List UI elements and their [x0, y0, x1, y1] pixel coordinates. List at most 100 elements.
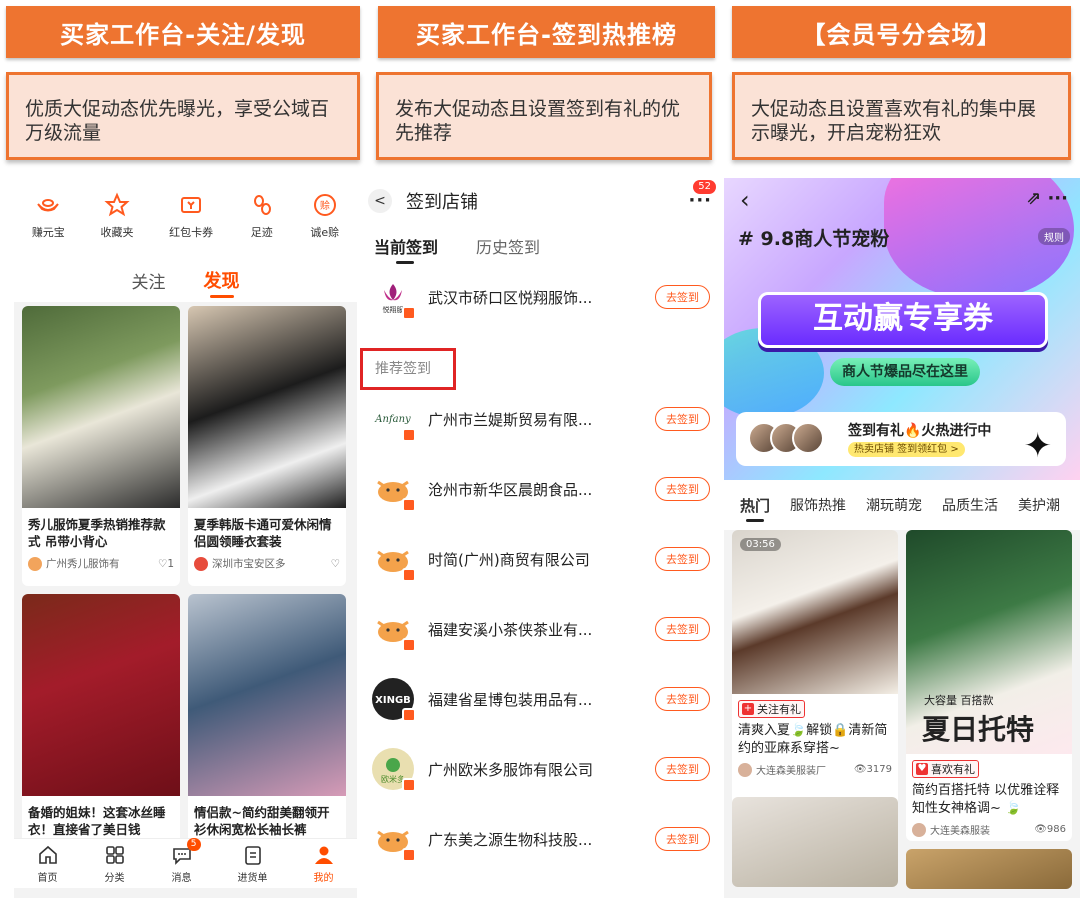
tab-follow[interactable]: 关注 [132, 268, 166, 293]
like-count: 1 [167, 557, 174, 570]
shop-name: 时简(广州)商贸有限公司 [428, 550, 590, 569]
quick-coupons[interactable]: 红包卡券 [169, 192, 213, 258]
signin-button[interactable]: 去签到 [655, 827, 710, 851]
tab-toys-pets[interactable]: 潮玩萌宠 [866, 495, 922, 515]
bottom-nav: 首页 分类 5 消息 进货单 我的 [14, 837, 357, 888]
nav-label: 我的 [313, 872, 334, 884]
coupon-icon [181, 197, 202, 213]
tab-current-signin[interactable]: 当前签到 [374, 234, 438, 264]
image-caption-small: 大容量 百搭款 [924, 694, 994, 707]
feed-card[interactable]: 情侣款~简约甜美翻领开衫休闲宽松长袖长裤 [188, 594, 346, 874]
shop-name: 福建省星博包装用品有... [428, 690, 593, 709]
venue-card[interactable]: 03:56 + 关注有礼 清爽入夏🍃解锁🔒清新简约的亚麻系穿搭~ 大连森美服装厂 👁… [732, 530, 898, 841]
feed-card[interactable]: 夏季韩版卡通可爱休闲情侣圆领睡衣套装 深圳市宝安区多 ♡ [188, 306, 346, 586]
eye-icon: 👁 [1034, 824, 1047, 835]
shop-name: 福建安溪小茶侠茶业有... [428, 620, 593, 639]
tab-quality-life[interactable]: 品质生活 [942, 495, 998, 515]
view-count: 3179 [866, 764, 892, 775]
nav-message[interactable]: 5 消息 [171, 837, 201, 884]
shop-avatar [28, 556, 42, 571]
shop-row[interactable]: 广东美之源生物科技股... 去签到 [360, 804, 720, 874]
shop-row[interactable]: XINGB 福建省星博包装用品有... 去签到 [360, 664, 720, 734]
shop-name: 广州市兰媞斯贸易有限... [428, 410, 593, 429]
shop-tag-icon [402, 708, 416, 722]
heart-icon[interactable]: ♡ [158, 558, 167, 570]
signin-button[interactable]: 去签到 [655, 477, 710, 501]
shop-row[interactable]: 时简(广州)商贸有限公司 去签到 [360, 524, 720, 594]
share-more-icon[interactable]: ⇗ ··· [1026, 188, 1068, 209]
back-icon[interactable]: < [368, 189, 392, 213]
section-desc-2: 发布大促动态且设置签到有礼的优先推荐 [376, 72, 712, 160]
banner-hashtag-title: # 9.8商人节宠粉 [738, 228, 890, 250]
shop-logo: Anfany [372, 398, 416, 442]
venue-card[interactable]: 大容量 百搭款 夏日托特 ♥ 喜欢有礼 简约百搭托特 以优雅诠释知性女神格调~ 🍃… [906, 530, 1072, 841]
signin-button[interactable]: 去签到 [655, 547, 710, 571]
shop-name: 广州欧米多服饰有限公司 [428, 760, 594, 779]
tab-discover[interactable]: 发现 [204, 267, 240, 298]
tab-fashion[interactable]: 服饰热推 [790, 495, 846, 515]
shop-logo: 欧米多 [372, 748, 416, 792]
product-image: 03:56 [732, 530, 898, 694]
shop-tag-icon [402, 568, 416, 582]
svg-text:悦翔服: 悦翔服 [383, 305, 404, 314]
star-icon [104, 192, 130, 217]
venue-card[interactable] [732, 797, 898, 887]
feed-tabs: 关注 发现 [14, 258, 357, 302]
promo-link[interactable]: 热卖店铺 签到领红包 > [848, 442, 965, 457]
message-badge: 5 [186, 837, 201, 851]
feed-card[interactable]: 秀儿服饰夏季热销推荐款式 吊带小背心 广州秀儿服饰有 ♡ 1 [22, 306, 180, 586]
signin-button[interactable]: 去签到 [655, 687, 710, 711]
quick-label: 诚e赊 [310, 226, 340, 239]
svg-text:赊: 赊 [320, 199, 330, 212]
ingot-icon [37, 199, 60, 212]
tab-beauty[interactable]: 美护潮 [1018, 495, 1060, 515]
signin-button[interactable]: 去签到 [655, 285, 710, 309]
shop-row[interactable]: 沧州市新华区晨朗食品... 去签到 [360, 454, 720, 524]
quick-favorites[interactable]: 收藏夹 [100, 192, 133, 258]
nav-home[interactable]: 首页 [37, 844, 59, 884]
order-list-icon [244, 845, 261, 865]
signin-promo-card[interactable]: 签到有礼🔥火热进行中 热卖店铺 签到领红包 > [736, 412, 1066, 466]
shop-tag-icon [402, 498, 416, 512]
nav-orders[interactable]: 进货单 [238, 844, 268, 884]
tab-history-signin[interactable]: 历史签到 [476, 234, 540, 258]
quick-earn-coins[interactable]: 赚元宝 [32, 192, 65, 258]
nav-mine[interactable]: 我的 [313, 844, 335, 884]
shop-row[interactable]: 欧米多 广州欧米多服饰有限公司 去签到 [360, 734, 720, 804]
feed-card[interactable]: 备婚的姐妹！这套冰丝睡衣！直接省了美日钱 [22, 594, 180, 874]
shop-tag-icon [402, 778, 416, 792]
signin-button[interactable]: 去签到 [655, 407, 710, 431]
user-icon [314, 846, 333, 864]
shop-logo: 悦翔服 [372, 276, 416, 320]
quick-credit[interactable]: 赊 诚e赊 [310, 192, 339, 258]
quick-label: 红包卡券 [169, 226, 214, 239]
product-image: 大容量 百搭款 夏日托特 [906, 530, 1072, 754]
section-desc-1: 优质大促动态优先曝光，享受公域百万级流量 [6, 72, 360, 160]
shop-row[interactable]: Anfany 广州市兰媞斯贸易有限... 去签到 [360, 384, 720, 454]
venue-card[interactable] [906, 849, 1072, 889]
signin-button[interactable]: 去签到 [655, 757, 710, 781]
quick-label: 赚元宝 [31, 226, 65, 239]
tab-hot[interactable]: 热门 [740, 495, 770, 522]
promo-banner: ‹ ⇗ ··· # 9.8商人节宠粉 规则 互动赢专享券 商人节爆品尽在这里 签… [724, 178, 1080, 480]
heart-icon[interactable]: ♡ [331, 558, 340, 570]
nav-category[interactable]: 分类 [104, 844, 126, 884]
banner-subtitle-button[interactable]: 商人节爆品尽在这里 [830, 358, 980, 386]
shop-name: 大连森美服装厂 [756, 766, 826, 777]
avatar-stack [748, 422, 824, 454]
credit-icon: 赊 [313, 194, 336, 216]
nav-label: 进货单 [237, 872, 268, 884]
shop-row[interactable]: 悦翔服 武汉市硚口区悦翔服饰... 去签到 [360, 262, 720, 332]
quick-footprints[interactable]: 足迹 [249, 192, 275, 258]
rules-button[interactable]: 规则 [1038, 228, 1070, 245]
back-icon[interactable]: ‹ [740, 186, 750, 214]
shop-tag-icon [402, 638, 416, 652]
card-title: 清爽入夏🍃解锁🔒清新简约的亚麻系穿搭~ [738, 723, 888, 756]
signin-button[interactable]: 去签到 [655, 617, 710, 641]
feed-grid: 秀儿服饰夏季热销推荐款式 吊带小背心 广州秀儿服饰有 ♡ 1 夏季韩版卡通可爱休闲… [14, 302, 357, 874]
more-icon[interactable]: ··· [688, 190, 712, 211]
shop-tag-icon [402, 306, 416, 320]
shop-row[interactable]: 福建安溪小茶侠茶业有... 去签到 [360, 594, 720, 664]
like-gift-label: ♥ 喜欢有礼 [912, 760, 979, 778]
shop-avatar [912, 822, 926, 837]
